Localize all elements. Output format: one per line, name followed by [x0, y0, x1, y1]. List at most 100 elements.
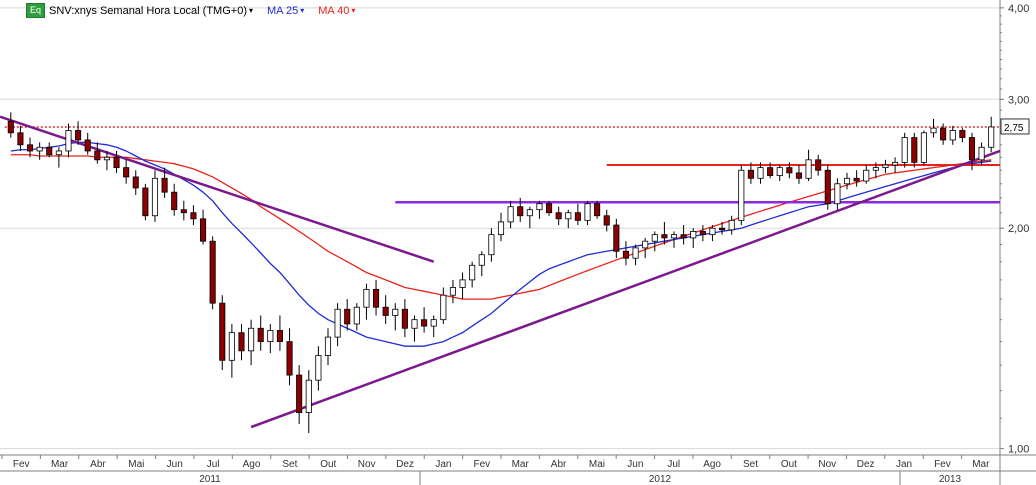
symbol-text: SNV:xnys Semanal Hora Local (TMG+0)	[49, 4, 247, 17]
candle-body	[843, 177, 851, 185]
candle-body	[36, 146, 43, 152]
price-chart[interactable]: 4,00 3,00 2,00 1,00 Fev Mar Abr Mai Jun Jul Ago Set…	[0, 0, 1036, 485]
x-tick-label: Dez	[857, 459, 875, 470]
candle-body	[180, 209, 187, 214]
last-price-label: 2,75	[1004, 123, 1024, 134]
y-tick-label: 3,00	[1008, 94, 1029, 106]
chevron-down-icon: ▾	[351, 6, 356, 15]
candle-body	[199, 218, 207, 242]
year-label: 2013	[939, 474, 962, 485]
candle-body	[161, 177, 168, 193]
candle-body	[228, 332, 235, 361]
candle-body	[305, 379, 312, 413]
x-tick-label: Mar	[972, 459, 990, 470]
candle-body	[382, 306, 389, 316]
candle-body	[670, 234, 678, 239]
ma25-legend[interactable]: MA 25 ▾	[267, 5, 304, 17]
candle-body	[459, 279, 466, 288]
candle-body	[892, 162, 899, 166]
candle-body	[478, 254, 485, 266]
candle-body	[151, 177, 159, 217]
candle-body	[7, 120, 14, 134]
chevron-down-icon: ▾	[300, 6, 305, 15]
x-tick-label: Nov	[818, 459, 836, 470]
candle-body	[786, 167, 793, 174]
y-tick-label: 1,00	[1008, 444, 1029, 456]
candle-body	[449, 287, 456, 296]
plot-background	[0, 0, 1036, 485]
x-tick-label: Jun	[167, 459, 183, 470]
candle-body	[392, 308, 399, 316]
x-tick-label: Dez	[396, 459, 414, 470]
candle-body	[920, 132, 927, 163]
candle-body	[613, 224, 620, 252]
candle-body	[65, 130, 72, 152]
candle-body	[622, 250, 629, 259]
x-tick-label: Out	[781, 459, 797, 470]
candle-body	[469, 264, 476, 281]
candle-body	[805, 159, 812, 179]
candle-body	[430, 319, 437, 327]
candle-body	[988, 126, 995, 148]
candle-body	[517, 206, 524, 217]
candle-body	[978, 146, 985, 161]
x-tick-label: Mai	[128, 459, 144, 470]
candle-body	[949, 130, 956, 141]
candle-body	[603, 215, 610, 226]
equity-badge: Eq	[26, 3, 46, 18]
candle-body	[661, 234, 668, 239]
candle-body	[642, 240, 649, 249]
ma40-legend[interactable]: MA 40 ▾	[318, 5, 355, 17]
candle-body	[699, 231, 706, 236]
candle-body	[815, 159, 822, 171]
candle-body	[132, 176, 139, 189]
candle-body	[219, 302, 226, 361]
candle-body	[103, 156, 110, 161]
candle-body	[373, 288, 380, 308]
x-tick-label: Jun	[627, 459, 643, 470]
x-tick-label: Out	[320, 459, 336, 470]
candle-body	[863, 169, 870, 182]
x-tick-label: Abr	[551, 459, 567, 470]
candle-body	[594, 203, 601, 217]
candle-body	[901, 137, 908, 163]
x-tick-label: Set	[743, 459, 758, 470]
candle-body	[824, 169, 831, 205]
candle-body	[680, 234, 687, 239]
x-tick-label: Jan	[896, 459, 912, 470]
candle-body	[555, 212, 562, 220]
candle-body	[882, 164, 889, 169]
candle-body	[113, 156, 120, 169]
candle-body	[296, 374, 303, 413]
candle-body	[959, 130, 966, 138]
candle-body	[46, 146, 53, 156]
candle-body	[334, 308, 341, 338]
candle-body	[267, 330, 274, 343]
candle-body	[872, 167, 879, 171]
candle-body	[968, 137, 976, 161]
candle-body	[488, 234, 495, 256]
symbol-label[interactable]: SNV:xnys Semanal Hora Local (TMG+0) ▾	[49, 5, 253, 17]
candle-body	[411, 319, 418, 329]
candle-body	[238, 332, 245, 352]
candle-body	[574, 212, 581, 221]
candle-body	[565, 212, 572, 220]
ma25-label: MA 25	[267, 4, 299, 17]
x-tick-label: Mar	[512, 459, 530, 470]
candle-body	[94, 150, 101, 161]
candle-body	[690, 231, 697, 239]
candle-body	[536, 203, 543, 211]
x-tick-label: Fev	[13, 459, 30, 470]
chart-container: 4,00 3,00 2,00 1,00 Fev Mar Abr Mai Jun Jul Ago Set…	[0, 0, 1036, 485]
candle-body	[123, 167, 130, 178]
candle-body	[363, 288, 370, 308]
x-tick-label: Set	[282, 459, 297, 470]
candle-body	[757, 167, 764, 179]
candle-body	[26, 144, 34, 152]
candle-body	[940, 127, 947, 141]
x-tick-label: Mai	[589, 459, 605, 470]
x-tick-label: Fev	[473, 459, 490, 470]
candle-body	[286, 341, 293, 376]
candle-body	[911, 137, 918, 163]
candle-body	[324, 336, 332, 356]
